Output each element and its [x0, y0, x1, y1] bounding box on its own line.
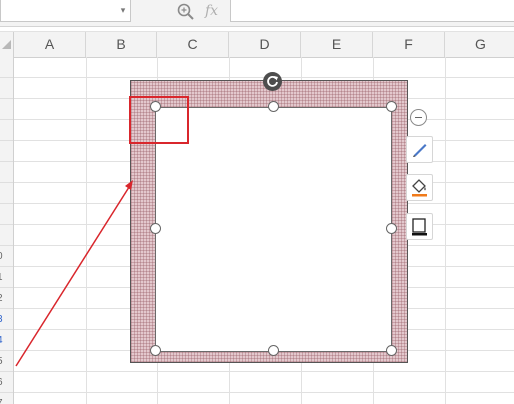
shape-style-button[interactable] [406, 136, 433, 163]
annotation-arrow [15, 180, 133, 367]
collapse-icon[interactable] [410, 109, 427, 126]
fill-button[interactable] [406, 174, 433, 201]
border-icon [412, 218, 427, 236]
fill-bucket-icon [412, 179, 427, 197]
pen-icon [413, 144, 427, 157]
outline-button[interactable] [406, 213, 433, 240]
